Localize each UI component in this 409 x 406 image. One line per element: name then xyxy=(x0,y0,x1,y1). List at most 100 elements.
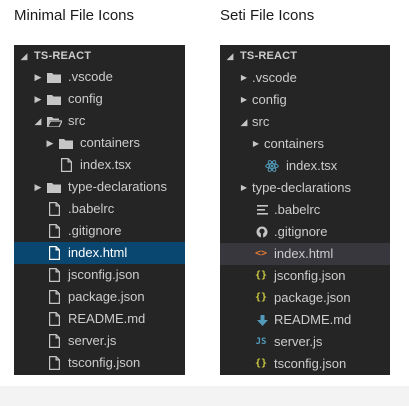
tree-item-label: .vscode xyxy=(252,70,297,85)
tree-item-label: containers xyxy=(80,135,140,150)
react-icon xyxy=(264,155,280,177)
chevron-right-icon[interactable]: ▶ xyxy=(33,88,43,110)
tree-item-label: jsconfig.json xyxy=(274,268,346,283)
tree-item-label: src xyxy=(252,114,270,129)
tree-item-label: config xyxy=(68,91,103,106)
background-band xyxy=(0,386,409,406)
tree-item-type-declarations[interactable]: ▶ type-declarations xyxy=(14,176,185,198)
file-icon xyxy=(46,286,62,308)
tree-item-server-js[interactable]: JS server.js xyxy=(220,331,390,353)
tree-item-label: .vscode xyxy=(68,69,113,84)
chevron-right-icon[interactable]: ▶ xyxy=(239,177,249,199)
explorer-root-header[interactable]: ◢ TS-REACT xyxy=(14,45,185,67)
chevron-right-icon[interactable]: ▶ xyxy=(45,132,55,154)
tree-item-label: index.tsx xyxy=(80,157,132,172)
chevron-right-icon[interactable]: ▶ xyxy=(251,133,261,155)
tree-item-jsconfig-json[interactable]: {} jsconfig.json xyxy=(220,265,390,287)
chevron-right-icon[interactable]: ▶ xyxy=(239,67,249,89)
file-icon xyxy=(46,242,62,264)
tree-item-server-js[interactable]: server.js xyxy=(14,330,185,352)
tree-item-label: .gitignore xyxy=(68,223,122,238)
explorer-root-label: TS-REACT xyxy=(34,50,92,62)
tree-item-label: index.html xyxy=(274,246,334,261)
explorer-root-header[interactable]: ◢ TS-REACT xyxy=(220,45,390,67)
tree-item-gitignore[interactable]: .gitignore xyxy=(14,220,185,242)
explorer-root-label: TS-REACT xyxy=(240,50,298,62)
tree-item-babelrc[interactable]: .babelrc xyxy=(14,198,185,220)
tree-item-index-html[interactable]: <> index.html xyxy=(220,243,390,265)
tree-item-package-json[interactable]: {} package.json xyxy=(220,287,390,309)
tree-item-readme-md[interactable]: README.md xyxy=(14,308,185,330)
tree-item-label: .babelrc xyxy=(274,202,321,217)
file-icon xyxy=(46,198,62,220)
tree-item-label: containers xyxy=(264,136,324,151)
tree-item-label: config xyxy=(252,92,287,107)
tree-item-tsconfig-json[interactable]: {} tsconfig.json xyxy=(220,353,390,375)
folder-icon xyxy=(58,132,74,154)
folder-open-icon xyxy=(46,110,62,132)
tree-item-label: package.json xyxy=(274,290,351,305)
tree-item-label: type-declarations xyxy=(68,179,167,194)
chevron-right-icon[interactable]: ▶ xyxy=(33,176,43,198)
tree-item-index-tsx[interactable]: index.tsx xyxy=(220,155,390,177)
chevron-down-icon[interactable]: ◢ xyxy=(33,110,43,132)
tree-item-containers[interactable]: ▶ containers xyxy=(220,133,390,155)
tree-item-label: .gitignore xyxy=(274,224,328,239)
tree-item-package-json[interactable]: package.json xyxy=(14,286,185,308)
tree-item-gitignore[interactable]: .gitignore xyxy=(220,221,390,243)
file-icon xyxy=(46,330,62,352)
tree-item-label: tsconfig.json xyxy=(68,355,141,370)
tree-item-vscode[interactable]: ▶ .vscode xyxy=(14,66,185,88)
tree-item-label: README.md xyxy=(68,311,146,326)
tree-item-label: index.html xyxy=(68,245,128,260)
tree-item-index-html[interactable]: index.html xyxy=(14,242,185,264)
tree-item-label: index.tsx xyxy=(286,158,338,173)
tree-item-label: .babelrc xyxy=(68,201,115,216)
tree-item-readme-md[interactable]: README.md xyxy=(220,309,390,331)
tree-item-tsconfig-json[interactable]: tsconfig.json xyxy=(14,352,185,374)
markdown-icon xyxy=(254,309,270,331)
tree-item-label: tsconfig.json xyxy=(274,356,347,371)
explorer-panel-seti: ◢ TS-REACT ▶ .vscode ▶ config ◢ src ▶ co… xyxy=(220,45,390,375)
tree-item-type-declarations[interactable]: ▶ type-declarations xyxy=(220,177,390,199)
file-icon xyxy=(46,352,62,374)
tree-item-label: jsconfig.json xyxy=(68,267,140,282)
javascript-icon: JS xyxy=(255,337,267,347)
tree-item-src[interactable]: ◢ src xyxy=(14,110,185,132)
file-icon xyxy=(46,220,62,242)
tree-item-config[interactable]: ▶ config xyxy=(220,89,390,111)
tree-item-label: package.json xyxy=(68,289,145,304)
tree-item-label: server.js xyxy=(68,333,117,348)
folder-icon xyxy=(46,88,62,110)
json-icon: {} xyxy=(254,292,268,303)
chevron-down-icon[interactable]: ◢ xyxy=(19,45,29,67)
tree-item-vscode[interactable]: ▶ .vscode xyxy=(220,67,390,89)
chevron-right-icon[interactable]: ▶ xyxy=(33,66,43,88)
chevron-down-icon[interactable]: ◢ xyxy=(225,45,235,67)
tree-item-src[interactable]: ◢ src xyxy=(220,111,390,133)
config-lines-icon xyxy=(254,199,270,221)
tree-item-config[interactable]: ▶ config xyxy=(14,88,185,110)
heading-seti-file-icons: Seti File Icons xyxy=(220,7,315,24)
json-icon: {} xyxy=(254,270,268,281)
folder-icon xyxy=(46,176,62,198)
folder-icon xyxy=(46,66,62,88)
tree-item-label: src xyxy=(68,113,86,128)
json-icon: {} xyxy=(254,358,268,369)
file-icon xyxy=(46,308,62,330)
chevron-down-icon[interactable]: ◢ xyxy=(239,111,249,133)
heading-minimal-file-icons: Minimal File Icons xyxy=(14,7,135,24)
tree-item-label: README.md xyxy=(274,312,352,327)
file-icon xyxy=(58,154,74,176)
github-icon xyxy=(254,221,270,243)
html-icon: <> xyxy=(254,248,268,259)
tree-item-label: type-declarations xyxy=(252,180,351,195)
tree-item-babelrc[interactable]: .babelrc xyxy=(220,199,390,221)
tree-item-index-tsx[interactable]: index.tsx xyxy=(14,154,185,176)
chevron-right-icon[interactable]: ▶ xyxy=(239,89,249,111)
file-icon xyxy=(46,264,62,286)
explorer-panel-minimal: ◢ TS-REACT ▶ .vscode ▶ config ◢ src ▶ co… xyxy=(14,45,185,375)
tree-item-jsconfig-json[interactable]: jsconfig.json xyxy=(14,264,185,286)
tree-item-label: server.js xyxy=(274,334,323,349)
tree-item-containers[interactable]: ▶ containers xyxy=(14,132,185,154)
